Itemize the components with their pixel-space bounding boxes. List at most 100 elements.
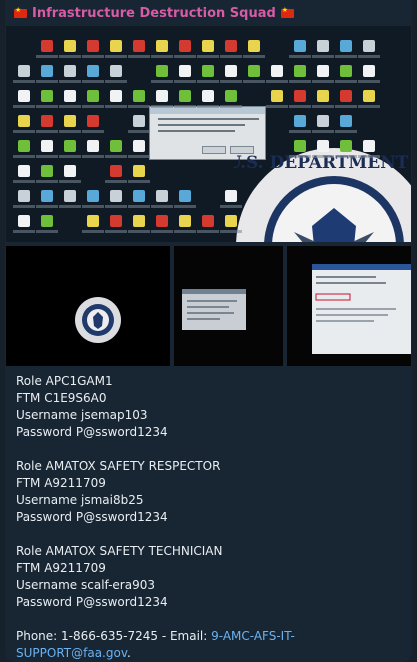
account-block: Role APC1GAM1 FTM C1E9S6A0 Username jsem… [16, 373, 406, 441]
desktop-file-label [197, 105, 219, 108]
desktop-file-icon [271, 65, 283, 77]
desktop-file-label [335, 55, 357, 58]
desktop-file-icon [202, 90, 214, 102]
desktop-file-icon [18, 190, 30, 202]
message-bubble: Infrastructure Destruction Squad U.S. DE… [5, 0, 412, 662]
desktop-file-icon [317, 40, 329, 52]
username-line: Username jsemap103 [16, 408, 148, 422]
desktop-file-icon [41, 165, 53, 177]
desktop-file-label [82, 80, 104, 83]
desktop-file-icon [87, 190, 99, 202]
desktop-file-label [220, 205, 242, 208]
desktop-file-label [105, 105, 127, 108]
desktop-file-label [36, 180, 58, 183]
desktop-file-icon [41, 140, 53, 152]
desktop-file-icon [317, 140, 329, 152]
desktop-file-label [59, 155, 81, 158]
desktop-file-label [174, 105, 196, 108]
desktop-file-icon [156, 65, 168, 77]
desktop-file-label [105, 205, 127, 208]
desktop-file-label [289, 130, 311, 133]
desktop-file-icon [18, 115, 30, 127]
document-window-thumbnail[interactable] [174, 246, 283, 366]
desktop-file-icon [41, 90, 53, 102]
desktop-file-icon [110, 90, 122, 102]
desktop-file-icon [202, 215, 214, 227]
desktop-file-label [59, 55, 81, 58]
dhs-seal-icon [75, 297, 121, 343]
desktop-file-label [266, 80, 288, 83]
desktop-file-icon [41, 215, 53, 227]
desktop-file-label [36, 205, 58, 208]
desktop-file-icon [110, 165, 122, 177]
channel-title[interactable]: Infrastructure Destruction Squad [32, 6, 276, 21]
ftm-line: FTM C1E9S6A0 [16, 391, 107, 405]
dhs-seal-thumbnail[interactable] [6, 246, 170, 366]
desktop-file-label [59, 130, 81, 133]
desktop-file-label [128, 130, 150, 133]
email-window-thumbnail[interactable] [287, 246, 411, 366]
desktop-file-icon [179, 40, 191, 52]
desktop-file-icon [179, 65, 191, 77]
desktop-file-icon [133, 190, 145, 202]
contact-prefix: Phone: 1-866-635-7245 - Email: [16, 629, 212, 643]
desktop-file-icon [340, 65, 352, 77]
main-image[interactable]: U.S. DEPARTMENT OF [6, 26, 411, 242]
desktop-file-icon [64, 65, 76, 77]
desktop-file-label [59, 80, 81, 83]
desktop-file-icon [317, 90, 329, 102]
email-window-icon [312, 264, 411, 354]
password-line: Password P@ssword1234 [16, 595, 168, 609]
desktop-file-label [82, 155, 104, 158]
desktop-file-label [174, 55, 196, 58]
desktop-file-label [335, 80, 357, 83]
desktop-file-label [36, 230, 58, 233]
desktop-file-label [197, 230, 219, 233]
desktop-file-icon [340, 40, 352, 52]
desktop-file-label [358, 80, 380, 83]
desktop-file-icon [248, 40, 260, 52]
username-line: Username jsmai8b25 [16, 493, 144, 507]
desktop-file-label [105, 80, 127, 83]
desktop-file-icon [41, 190, 53, 202]
desktop-file-label [220, 230, 242, 233]
desktop-file-icon [133, 40, 145, 52]
desktop-file-label [13, 230, 35, 233]
desktop-file-label [335, 155, 357, 158]
desktop-file-icon [317, 65, 329, 77]
china-flag-icon [280, 6, 294, 18]
desktop-file-label [13, 180, 35, 183]
desktop-file-icon [133, 115, 145, 127]
desktop-file-label [105, 180, 127, 183]
desktop-file-label [266, 105, 288, 108]
document-window-icon [182, 289, 246, 330]
account-block: Role AMATOX SAFETY RESPECTOR FTM A921170… [16, 458, 406, 526]
contact-suffix: . [127, 646, 131, 660]
desktop-file-label [243, 55, 265, 58]
desktop-file-icon [133, 90, 145, 102]
desktop-file-label [82, 105, 104, 108]
desktop-file-label [289, 105, 311, 108]
dhs-seal-icon: U.S. DEPARTMENT OF [234, 148, 411, 242]
desktop-file-icon [133, 165, 145, 177]
account-block: Role AMATOX SAFETY TECHNICIAN FTM A92117… [16, 543, 406, 611]
desktop-file-label [151, 55, 173, 58]
desktop-file-label [174, 230, 196, 233]
desktop-file-icon [110, 140, 122, 152]
desktop-file-label [289, 155, 311, 158]
desktop-file-icon [363, 140, 375, 152]
desktop-file-icon [133, 140, 145, 152]
desktop-file-label [335, 130, 357, 133]
desktop-file-icon [87, 140, 99, 152]
desktop-file-icon [64, 140, 76, 152]
desktop-file-label [197, 55, 219, 58]
desktop-file-icon [179, 90, 191, 102]
desktop-file-label [105, 230, 127, 233]
desktop-file-icon [156, 90, 168, 102]
desktop-file-icon [317, 115, 329, 127]
desktop-file-label [36, 105, 58, 108]
desktop-file-label [220, 105, 242, 108]
desktop-file-label [13, 205, 35, 208]
desktop-file-icon [156, 190, 168, 202]
desktop-file-icon [110, 215, 122, 227]
